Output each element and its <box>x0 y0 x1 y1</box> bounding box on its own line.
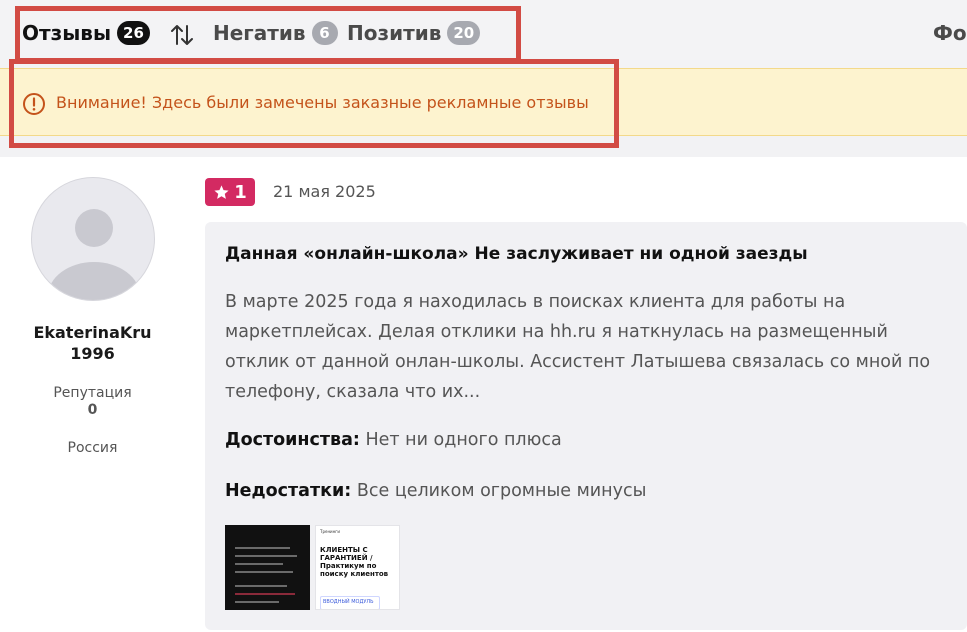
attachment-thumbnail-2[interactable]: Тренинги КЛИЕНТЫ С ГАРАНТИЕЙ / Практикум… <box>315 525 400 610</box>
author-country: Россия <box>67 440 118 456</box>
user-silhouette-icon <box>48 209 140 300</box>
pros-label: Достоинства: <box>225 430 360 450</box>
thumb-text-line <box>235 571 293 573</box>
attachment-thumbnail-1[interactable] <box>225 525 310 610</box>
review-pros: Достоинства: Нет ни одного плюса <box>225 430 562 450</box>
thumb-text-line <box>235 593 295 595</box>
highlight-box-warning <box>9 59 619 148</box>
tab-extra-label: Фо <box>933 21 967 45</box>
highlight-box-tabs <box>15 6 521 63</box>
thumb-text-line <box>235 547 290 549</box>
thumb-button: ВВОДНЫЙ МОДУЛЬ <box>320 596 380 609</box>
author-name-line1: EkaterinaKru <box>33 323 152 342</box>
review-cons: Недостатки: Все целиком огромные минусы <box>225 481 646 501</box>
thumb-text-line <box>235 585 287 587</box>
review-title[interactable]: Данная «онлайн-школа» Не заслуживает ни … <box>225 244 808 264</box>
cons-label: Недостатки: <box>225 481 352 501</box>
author-name[interactable]: EkaterinaKru 1996 <box>0 322 185 364</box>
cons-text: Все целиком огромные минусы <box>356 481 647 501</box>
thumb-title: КЛИЕНТЫ С ГАРАНТИЕЙ / Практикум по поиск… <box>320 546 389 578</box>
rating-badge: 1 <box>205 178 255 206</box>
thumb-text-line <box>235 563 283 565</box>
rating-value: 1 <box>234 181 247 203</box>
reputation-label: Репутация <box>53 385 132 401</box>
review-text[interactable]: В марте 2025 года я находилась в поисках… <box>225 287 950 407</box>
reputation-value: 0 <box>87 402 98 418</box>
review-date: 21 мая 2025 <box>273 182 376 201</box>
pros-text: Нет ни одного плюса <box>365 430 562 450</box>
tab-extra[interactable]: Фо <box>933 21 967 45</box>
avatar[interactable] <box>31 177 155 301</box>
thumb-text-line <box>235 601 279 603</box>
star-icon <box>214 184 229 199</box>
author-name-line2: 1996 <box>70 344 115 363</box>
thumb-text-line <box>235 555 297 557</box>
thumb-header: Тренинги <box>320 529 340 534</box>
